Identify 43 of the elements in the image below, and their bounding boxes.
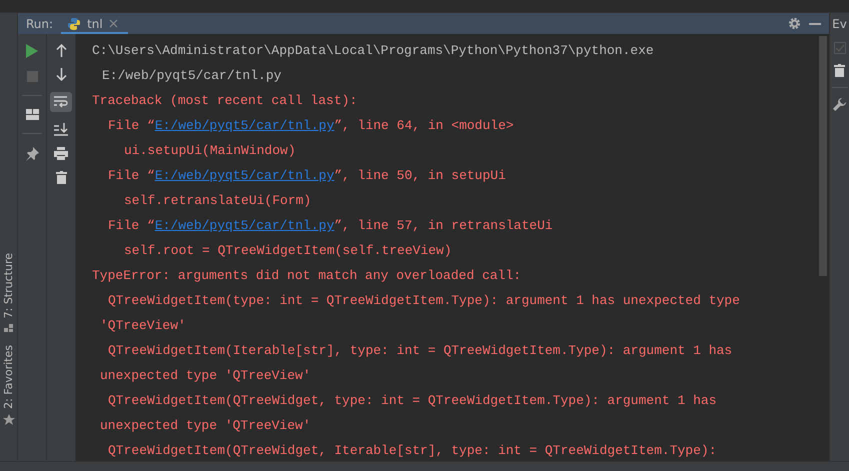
console-line: TypeError: arguments did not match any overloaded call: bbox=[92, 268, 522, 283]
console-line: self.retranslateUi(Form) bbox=[124, 193, 312, 208]
console-line: Traceback (most recent call last): bbox=[92, 93, 358, 108]
wrench-icon[interactable] bbox=[833, 98, 846, 111]
down-arrow-icon[interactable] bbox=[56, 68, 66, 81]
console-line: C:\Users\Administrator\AppData\Local\Programs\Python\Python37\python.exe bbox=[92, 43, 654, 58]
settings-icon[interactable] bbox=[788, 17, 801, 30]
console-line: 'QTreeView' bbox=[100, 318, 186, 333]
checkbox-icon[interactable] bbox=[834, 42, 846, 54]
console-line: unexpected type 'QTreeView' bbox=[100, 418, 311, 433]
tab-title: tnl bbox=[87, 16, 103, 30]
trash-icon[interactable] bbox=[56, 171, 66, 184]
trash-icon[interactable] bbox=[834, 64, 845, 77]
structure-icon bbox=[4, 323, 14, 334]
star-icon bbox=[2, 414, 14, 426]
console-line: QTreeWidgetItem(QTreeWidget, Iterable[str], type: int = QTreeWidgetItem.Type): bbox=[108, 443, 716, 458]
run-label: Run: bbox=[25, 16, 54, 30]
panel-title: Ev bbox=[832, 16, 847, 30]
soft-wrap-toggle[interactable] bbox=[50, 92, 72, 112]
file-link[interactable]: E:/web/pyqt5/car/tnl.py bbox=[154, 168, 334, 183]
traceback-line: File “E:/web/pyqt5/car/tnl.py”, line 57, in retranslateUi bbox=[108, 218, 553, 233]
close-icon[interactable] bbox=[108, 19, 118, 28]
console-line: QTreeWidgetItem(QTreeWidget, type: int = QTreeWidgetItem.Type): argument 1 has bbox=[108, 393, 716, 408]
side-tool-tab[interactable]: 2: Favorites bbox=[2, 345, 15, 426]
console-line: unexpected type 'QTreeView' bbox=[100, 368, 311, 383]
up-arrow-icon[interactable] bbox=[56, 44, 66, 57]
console-line: QTreeWidgetItem(type: int = QTreeWidgetItem.Type): argument 1 has unexpected type bbox=[108, 293, 740, 308]
traceback-line: File “E:/web/pyqt5/car/tnl.py”, line 64, in <module> bbox=[108, 118, 514, 133]
side-tool-tab[interactable]: 7: Structure bbox=[2, 253, 15, 334]
scroll-to-end-icon[interactable] bbox=[54, 123, 68, 136]
console-line: QTreeWidgetItem(Iterable[str], type: int = QTreeWidgetItem.Type): argument 1 has bbox=[108, 343, 732, 358]
traceback-line: File “E:/web/pyqt5/car/tnl.py”, line 50, in setupUi bbox=[108, 168, 506, 183]
scrollbar-thumb[interactable] bbox=[819, 36, 827, 276]
pin-icon[interactable] bbox=[25, 147, 39, 161]
run-icon[interactable] bbox=[26, 44, 38, 58]
console-line: E:/web/pyqt5/car/tnl.py bbox=[102, 68, 282, 83]
python-icon bbox=[67, 16, 82, 30]
layout-icon[interactable] bbox=[26, 109, 38, 120]
console-line: self.root = QTreeWidgetItem(self.treeView) bbox=[124, 243, 452, 258]
file-link[interactable]: E:/web/pyqt5/car/tnl.py bbox=[154, 218, 334, 233]
printer-icon[interactable] bbox=[54, 147, 68, 160]
file-link[interactable]: E:/web/pyqt5/car/tnl.py bbox=[154, 118, 334, 133]
console-line: ui.setupUi(MainWindow) bbox=[124, 143, 296, 158]
